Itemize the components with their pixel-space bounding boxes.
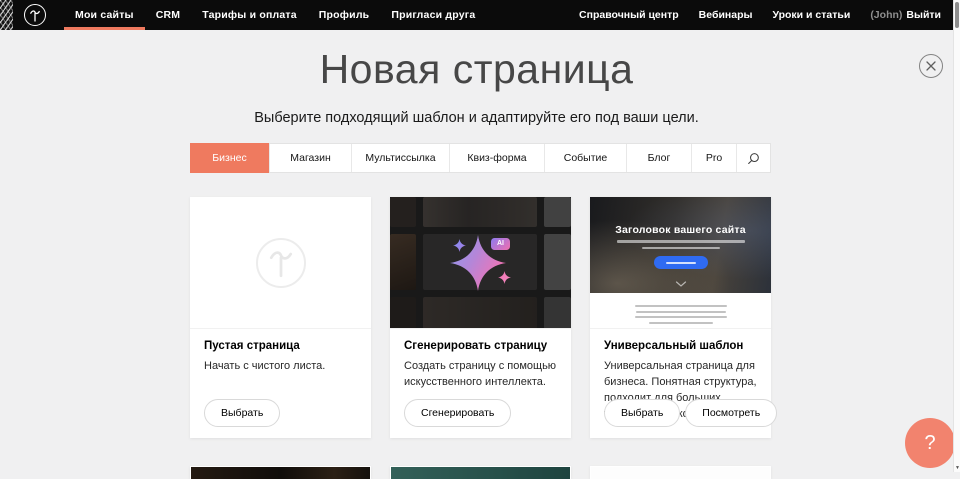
tab-quiz-form[interactable]: Квиз-форма [449,144,544,172]
search-icon [747,152,760,165]
card-actions: Сгенерировать [404,399,511,427]
template-cards-row: Пустая страница Начать с чистого листа. … [190,197,771,438]
placeholder-line [617,240,745,243]
close-icon [926,61,936,71]
choose-button[interactable]: Выбрать [204,399,280,427]
tilda-watermark-circle [256,238,306,288]
tab-blog[interactable]: Блог [626,144,691,172]
top-nav-right: Справочный центр Вебинары Уроки и статьи… [569,9,941,21]
link-webinars[interactable]: Вебинары [689,9,763,21]
card-ai-generate[interactable]: AI Сгенерировать страницу Создать страни… [390,197,571,438]
placeholder-line [649,322,713,324]
scrollbar-down-arrow[interactable]: ▼ [954,466,960,471]
placeholder-line [635,305,727,307]
nav-crm[interactable]: CRM [145,0,192,30]
placeholder-line [642,247,720,250]
template-card-partial[interactable] [390,466,571,479]
template-card-partial[interactable] [590,466,771,479]
card-blank-page[interactable]: Пустая страница Начать с чистого листа. … [190,197,371,438]
tilda-glyph [29,9,41,22]
nav-tariffs[interactable]: Тарифы и оплата [191,0,308,30]
template-text-block [590,293,771,328]
view-button[interactable]: Посмотреть [685,399,777,427]
tab-search[interactable] [736,144,770,172]
question-icon: ? [924,432,935,455]
help-button[interactable]: ? [905,418,955,468]
template-hero: Заголовок вашего сайта [590,197,771,293]
card-title: Сгенерировать страницу [404,340,557,352]
page-title: Новая страница [0,46,953,93]
card-actions: Выбрать [204,399,280,427]
link-lessons[interactable]: Уроки и статьи [762,9,860,21]
tab-multilink[interactable]: Мультиссылка [351,144,449,172]
zigzag-pattern [0,0,13,30]
nav-my-sites[interactable]: Мои сайты [64,0,145,30]
top-nav: Мои сайты CRM Тарифы и оплата Профиль Пр… [64,0,486,30]
tab-business[interactable]: Бизнес [190,143,269,173]
scrollbar-track[interactable]: ▼ [953,0,960,472]
ai-preview: AI [390,197,571,329]
ai-sparkle-small-icon [498,271,511,284]
card-actions: Выбрать Посмотреть [604,399,777,427]
placeholder-line [636,311,726,313]
template-preview-partial [391,467,570,479]
template-category-tabs: Бизнес Магазин Мультиссылка Квиз-форма С… [190,143,771,173]
ai-badge: AI [491,238,510,250]
card-description: Создать страницу с помощью искусственног… [404,359,557,391]
scrollbar-thumb[interactable] [955,2,959,28]
nav-invite-friend[interactable]: Пригласи друга [380,0,486,30]
card-title: Универсальный шаблон [604,340,757,352]
card-title: Пустая страница [204,340,357,352]
card-universal-template[interactable]: Заголовок вашего сайта Универсальный шаб… [590,197,771,438]
universal-preview: Заголовок вашего сайта [590,197,771,329]
tab-shop[interactable]: Магазин [269,144,351,172]
user-box: (John) Выйти [860,9,941,21]
user-name: (John) [870,9,902,21]
template-cta-button [654,256,708,269]
tab-event[interactable]: Событие [544,144,626,172]
page-subtitle: Выберите подходящий шаблон и адаптируйте… [0,110,953,126]
card-body: Сгенерировать страницу Создать страницу … [390,329,571,438]
choose-button[interactable]: Выбрать [604,399,680,427]
logout-link[interactable]: Выйти [906,9,941,21]
link-help-center[interactable]: Справочный центр [569,9,689,21]
tilda-watermark-icon [268,248,294,278]
template-cards-row-partial [190,466,771,479]
template-preview-partial [591,467,770,479]
chevron-down-icon [675,281,686,287]
tilda-logo-icon[interactable] [24,4,46,26]
placeholder-line [635,316,727,318]
tab-pro[interactable]: Pro [691,144,736,172]
blank-page-preview [190,197,371,329]
card-body: Универсальный шаблон Универсальная стран… [590,329,771,438]
card-body: Пустая страница Начать с чистого листа. … [190,329,371,438]
close-button[interactable] [919,54,943,78]
template-hero-heading: Заголовок вашего сайта [590,224,771,236]
nav-profile[interactable]: Профиль [308,0,381,30]
generate-button[interactable]: Сгенерировать [404,399,511,427]
top-bar: Мои сайты CRM Тарифы и оплата Профиль Пр… [0,0,953,30]
template-card-partial[interactable] [190,466,371,479]
template-preview-partial [191,467,370,479]
card-description: Начать с чистого листа. [204,359,357,375]
